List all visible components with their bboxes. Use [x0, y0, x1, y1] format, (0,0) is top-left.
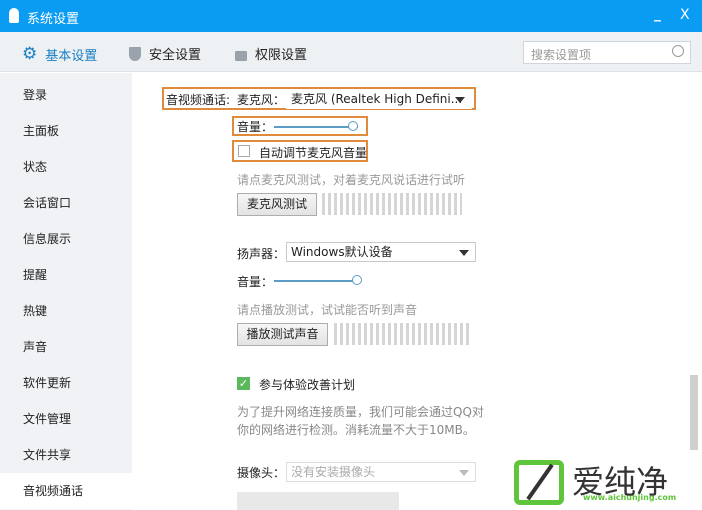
- sidebar-item-reminders[interactable]: 提醒: [0, 257, 132, 293]
- mic-value: 麦克风 (Realtek High Defini...: [291, 92, 463, 106]
- sidebar-item-chat-window[interactable]: 会话窗口: [0, 185, 132, 221]
- camera-select[interactable]: 没有安装摄像头: [286, 462, 476, 482]
- minimize-button[interactable]: _: [654, 6, 661, 22]
- tab-label: 安全设置: [149, 48, 202, 63]
- mic-test-button[interactable]: 麦克风测试: [237, 193, 317, 216]
- camera-value: 没有安装摄像头: [291, 465, 376, 479]
- sidebar-item-file-management[interactable]: 文件管理: [0, 401, 132, 437]
- watermark-url: www.aichunjing.com: [583, 493, 677, 502]
- sidebar-item-status[interactable]: 状态: [0, 149, 132, 185]
- speaker-value: Windows默认设备: [291, 245, 393, 259]
- speaker-hint: 请点播放测试，试试能否听到声音: [237, 303, 418, 317]
- chevron-down-icon: [459, 250, 469, 256]
- scrollbar-thumb[interactable]: [690, 375, 698, 450]
- sidebar-item-hotkeys[interactable]: 热键: [0, 293, 132, 329]
- lock-icon: [235, 50, 247, 61]
- title-bar: 系统设置 _ X: [0, 0, 702, 32]
- sidebar-item-login[interactable]: 登录: [0, 77, 132, 113]
- tab-permission-settings[interactable]: 权限设置: [235, 44, 307, 63]
- search-input[interactable]: 搜索设置项: [523, 41, 691, 64]
- speaker-label: 扬声器：: [237, 247, 286, 261]
- speaker-test-button[interactable]: 播放测试声音: [237, 323, 328, 346]
- speaker-volume-slider[interactable]: [274, 280, 354, 282]
- improve-desc-line2: 你的网络进行检测。消耗流量不大于10MB。: [237, 423, 475, 437]
- mic-label: 麦克风：: [237, 93, 286, 107]
- speaker-select[interactable]: Windows默认设备: [286, 242, 476, 262]
- camera-preview: [237, 492, 399, 510]
- tab-label: 基本设置: [45, 48, 98, 64]
- auto-adjust-label: 自动调节麦克风音量: [259, 146, 368, 160]
- tab-label: 权限设置: [255, 48, 308, 63]
- sidebar-item-main-panel[interactable]: 主面板: [0, 113, 132, 149]
- sidebar-item-file-sharing[interactable]: 文件共享: [0, 437, 132, 473]
- mic-level-meter: [322, 193, 462, 215]
- improve-checkbox[interactable]: ✓: [237, 377, 250, 390]
- window-title: 系统设置: [27, 12, 80, 27]
- sidebar-item-info-display[interactable]: 信息展示: [0, 221, 132, 257]
- mic-hint: 请点麦克风测试，对着麦克风说话进行试听: [237, 173, 466, 187]
- camera-label: 摄像头：: [237, 466, 286, 480]
- search-placeholder: 搜索设置项: [531, 48, 592, 62]
- search-icon[interactable]: [672, 45, 684, 57]
- gear-icon: ⚙: [22, 44, 38, 64]
- tab-basic-settings[interactable]: ⚙ 基本设置: [22, 44, 97, 64]
- mic-volume-slider[interactable]: [274, 126, 358, 128]
- chevron-down-icon: [459, 470, 469, 476]
- mic-volume-label: 音量：: [237, 120, 274, 134]
- speaker-level-meter: [334, 323, 472, 345]
- sidebar-item-av-call[interactable]: 音视频通话: [0, 473, 132, 509]
- speaker-volume-label: 音量：: [237, 275, 274, 289]
- toolbar: ⚙ 基本设置 安全设置 权限设置 搜索设置项: [0, 32, 702, 72]
- speaker-volume-knob[interactable]: [352, 275, 362, 285]
- sidebar-item-sound[interactable]: 声音: [0, 329, 132, 365]
- chevron-down-icon: [455, 97, 465, 103]
- section-label: 音视频通话:: [166, 93, 231, 107]
- tab-security-settings[interactable]: 安全设置: [129, 44, 201, 63]
- close-button[interactable]: X: [680, 7, 690, 23]
- auto-adjust-checkbox[interactable]: [238, 145, 250, 157]
- sidebar: 登录 主面板 状态 会话窗口 信息展示 提醒 热键 声音 软件更新 文件管理 文…: [0, 73, 132, 510]
- qq-penguin-icon: [9, 8, 19, 23]
- improve-label: 参与体验改善计划: [259, 378, 356, 392]
- shield-icon: [129, 46, 141, 61]
- mic-volume-knob[interactable]: [348, 121, 358, 131]
- improve-desc-line1: 为了提升网络连接质量，我们可能会通过QQ对: [237, 405, 484, 419]
- watermark-logo: 爱纯净 www.aichunjing.com: [505, 457, 702, 510]
- mic-select[interactable]: 麦克风 (Realtek High Defini...: [286, 89, 472, 109]
- sidebar-item-software-update[interactable]: 软件更新: [0, 365, 132, 401]
